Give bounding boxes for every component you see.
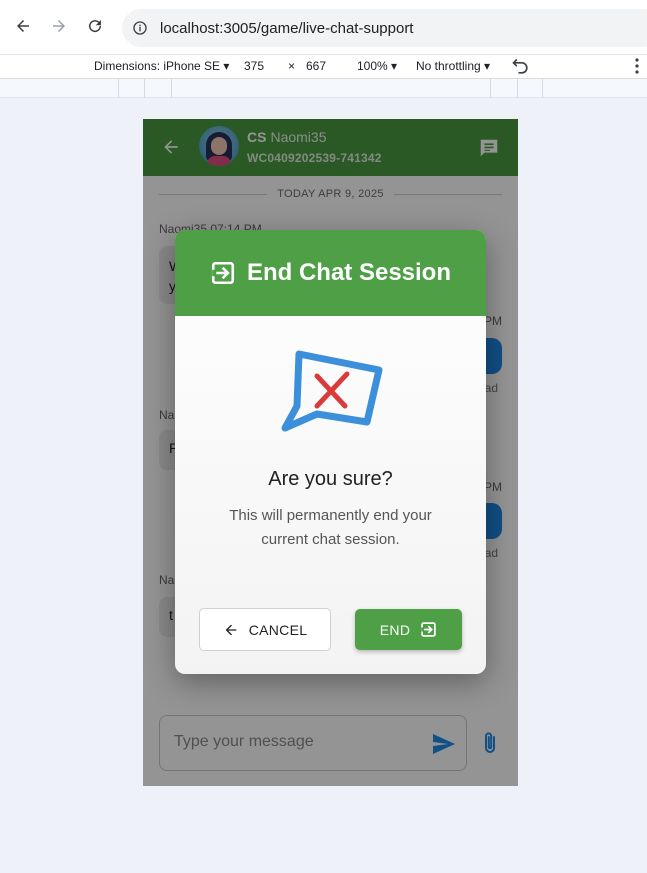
- end-chat-dialog: End Chat Session Are you sure? This will…: [175, 230, 486, 674]
- media-query-ruler: [0, 79, 647, 98]
- viewport-width[interactable]: 375: [244, 59, 264, 73]
- device-toolbar: Dimensions: iPhone SE ▾ 375 × 667 100% ▾…: [0, 55, 647, 79]
- throttling-select[interactable]: No throttling ▾: [416, 59, 490, 73]
- dialog-title: End Chat Session: [246, 259, 452, 286]
- confirm-description: This will permanently end your current c…: [229, 507, 432, 548]
- end-button[interactable]: END: [355, 609, 462, 650]
- cancel-button[interactable]: CANCEL: [199, 608, 331, 651]
- info-icon[interactable]: [132, 20, 148, 36]
- reload-icon[interactable]: [85, 16, 105, 36]
- zoom-select[interactable]: 100% ▾: [357, 59, 397, 73]
- dialog-header: End Chat Session: [175, 230, 486, 316]
- more-vert-icon[interactable]: [632, 57, 642, 78]
- confirm-question: Are you sure?: [268, 468, 393, 490]
- dimensions-select[interactable]: Dimensions: iPhone SE ▾: [94, 59, 229, 73]
- back-arrow-icon: [225, 624, 237, 635]
- forward-arrow-icon[interactable]: [49, 16, 69, 36]
- end-label: END: [379, 621, 411, 638]
- browser-toolbar: localhost:3005/game/live-chat-support: [0, 0, 647, 55]
- back-arrow-icon[interactable]: [13, 16, 33, 36]
- url-text: localhost:3005/game/live-chat-support: [160, 19, 414, 37]
- chat-x-icon: [281, 350, 383, 432]
- exit-icon: [211, 261, 235, 285]
- viewport-height[interactable]: 667: [306, 59, 326, 73]
- exit-icon: [421, 622, 436, 637]
- dimension-times: ×: [288, 59, 296, 73]
- rotate-icon[interactable]: [511, 57, 531, 80]
- cancel-label: CANCEL: [248, 621, 308, 638]
- address-bar[interactable]: localhost:3005/game/live-chat-support: [122, 9, 647, 47]
